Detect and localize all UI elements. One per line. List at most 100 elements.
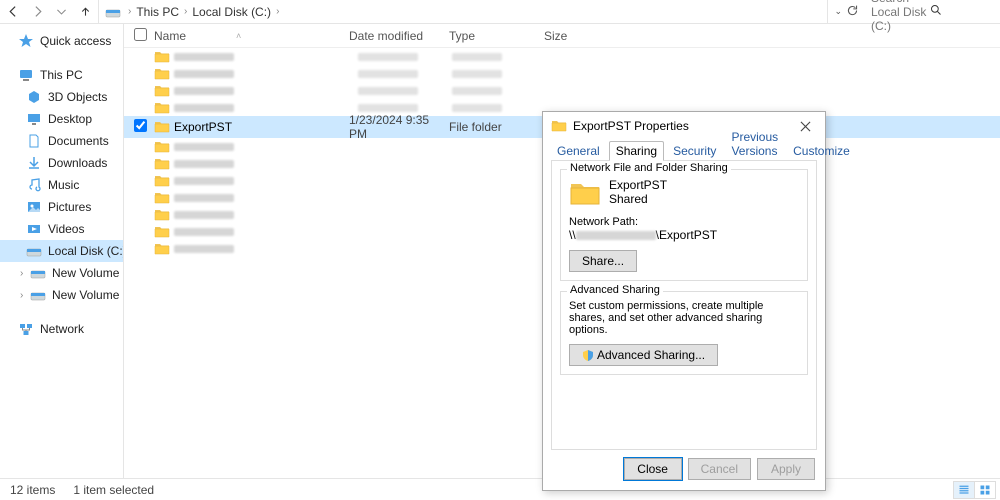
- tab-security[interactable]: Security: [667, 142, 722, 160]
- sidebar-item-new-volume-d[interactable]: New Volume (D:): [0, 262, 123, 284]
- close-button[interactable]: [793, 114, 817, 138]
- sidebar-item-label: Videos: [48, 222, 84, 236]
- folder-icon: [154, 83, 170, 99]
- column-header-label: Size: [544, 29, 567, 43]
- sidebar-item-label: New Volume (F:): [52, 288, 124, 302]
- column-header-type[interactable]: Type: [449, 29, 544, 43]
- column-header-label: Type: [449, 29, 475, 43]
- folder-icon: [154, 66, 170, 82]
- drive-icon: [105, 4, 121, 20]
- view-large-icons-button[interactable]: [974, 481, 996, 499]
- sidebar-item-this-pc[interactable]: This PC: [0, 64, 123, 86]
- navigation-pane: Quick access This PC 3D Objects Desktop …: [0, 24, 124, 478]
- folder-icon: [154, 119, 170, 135]
- folder-icon: [154, 49, 170, 65]
- button-label: Share...: [582, 254, 624, 268]
- folder-icon: [154, 190, 170, 206]
- tab-previous-versions[interactable]: Previous Versions: [725, 128, 784, 160]
- tab-sharing[interactable]: Sharing: [609, 141, 664, 161]
- column-header-date[interactable]: Date modified: [349, 29, 449, 43]
- chevron-right-icon[interactable]: ›: [273, 6, 282, 17]
- sidebar-item-quick-access[interactable]: Quick access: [0, 30, 123, 52]
- view-details-button[interactable]: [953, 481, 975, 499]
- sidebar-item-local-disk-c[interactable]: Local Disk (C:): [0, 240, 123, 262]
- column-header-size[interactable]: Size: [544, 29, 1000, 43]
- sidebar-item-network[interactable]: Network: [0, 318, 123, 340]
- search-input[interactable]: Search Local Disk (C:): [865, 2, 995, 22]
- network-path-label: Network Path:: [569, 216, 799, 228]
- folder-icon: [154, 173, 170, 189]
- sidebar-item-label: This PC: [40, 68, 83, 82]
- list-item-blurred[interactable]: [124, 48, 1000, 65]
- button-label: Cancel: [701, 462, 738, 476]
- group-title: Advanced Sharing: [567, 284, 663, 296]
- chevron-down-icon[interactable]: ⌄: [834, 6, 842, 17]
- list-item-blurred[interactable]: [124, 82, 1000, 99]
- shield-icon: [582, 349, 594, 361]
- refresh-button[interactable]: [846, 4, 859, 20]
- network-path-host-redacted: [576, 231, 656, 240]
- file-date: 1/23/2024 9:35 PM: [349, 113, 449, 141]
- tab-general[interactable]: General: [551, 142, 606, 160]
- sidebar-item-label: Local Disk (C:): [48, 244, 124, 258]
- folder-icon: [154, 139, 170, 155]
- group-title: Network File and Folder Sharing: [567, 162, 731, 174]
- advanced-sharing-group: Advanced Sharing Set custom permissions,…: [560, 291, 808, 375]
- nav-arrows: [0, 2, 98, 22]
- drive-icon: [30, 265, 46, 281]
- sidebar-item-3d-objects[interactable]: 3D Objects: [0, 86, 123, 108]
- sidebar-item-desktop[interactable]: Desktop: [0, 108, 123, 130]
- sidebar-item-pictures[interactable]: Pictures: [0, 196, 123, 218]
- dialog-close-button[interactable]: Close: [624, 458, 682, 480]
- file-name: ExportPST: [174, 120, 232, 134]
- sidebar-item-label: New Volume (D:): [52, 266, 124, 280]
- sidebar-item-documents[interactable]: Documents: [0, 130, 123, 152]
- breadcrumb-drive-c[interactable]: Local Disk (C:): [190, 5, 273, 19]
- forward-button[interactable]: [26, 2, 48, 22]
- back-button[interactable]: [2, 2, 24, 22]
- download-icon: [26, 155, 42, 171]
- share-status: Shared: [609, 192, 667, 206]
- desktop-icon: [26, 111, 42, 127]
- column-header-label: Name: [154, 29, 186, 43]
- chevron-right-icon[interactable]: ›: [125, 6, 134, 17]
- select-all-checkbox[interactable]: [134, 28, 147, 41]
- button-label: Advanced Sharing...: [597, 348, 705, 362]
- advanced-sharing-button[interactable]: Advanced Sharing...: [569, 344, 718, 366]
- sidebar-item-label: 3D Objects: [48, 90, 107, 104]
- dialog-body: Network File and Folder Sharing ExportPS…: [551, 160, 817, 450]
- folder-icon: [154, 224, 170, 240]
- drive-icon: [30, 287, 46, 303]
- share-button[interactable]: Share...: [569, 250, 637, 272]
- sidebar-item-label: Documents: [48, 134, 109, 148]
- dialog-cancel-button[interactable]: Cancel: [688, 458, 751, 480]
- folder-icon: [154, 100, 170, 116]
- column-header-name[interactable]: Name ˄: [154, 29, 349, 43]
- pc-icon: [18, 67, 34, 83]
- sidebar-item-music[interactable]: Music: [0, 174, 123, 196]
- picture-icon: [26, 199, 42, 215]
- sort-indicator-icon: ˄: [236, 31, 241, 41]
- folder-icon: [551, 118, 567, 134]
- list-item-blurred[interactable]: [124, 65, 1000, 82]
- sidebar-item-videos[interactable]: Videos: [0, 218, 123, 240]
- sidebar-item-label: Network: [40, 322, 84, 336]
- status-selected-count: 1 item selected: [73, 483, 154, 497]
- tab-customize[interactable]: Customize: [787, 142, 856, 160]
- up-button[interactable]: [74, 2, 96, 22]
- breadcrumb-right: ⌄: [828, 4, 865, 20]
- sidebar-item-new-volume-f[interactable]: New Volume (F:): [0, 284, 123, 306]
- folder-icon: [154, 207, 170, 223]
- chevron-right-icon[interactable]: ›: [181, 6, 190, 17]
- sidebar-item-downloads[interactable]: Downloads: [0, 152, 123, 174]
- drive-icon: [26, 243, 42, 259]
- breadcrumb[interactable]: › This PC › Local Disk (C:) ›: [98, 0, 828, 23]
- music-icon: [26, 177, 42, 193]
- breadcrumb-thispc[interactable]: This PC: [134, 5, 181, 19]
- dialog-apply-button[interactable]: Apply: [757, 458, 815, 480]
- row-checkbox[interactable]: [134, 119, 147, 132]
- button-label: Close: [637, 462, 668, 476]
- dialog-buttons: Close Cancel Apply: [543, 458, 825, 490]
- recent-dropdown[interactable]: [50, 2, 72, 22]
- video-icon: [26, 221, 42, 237]
